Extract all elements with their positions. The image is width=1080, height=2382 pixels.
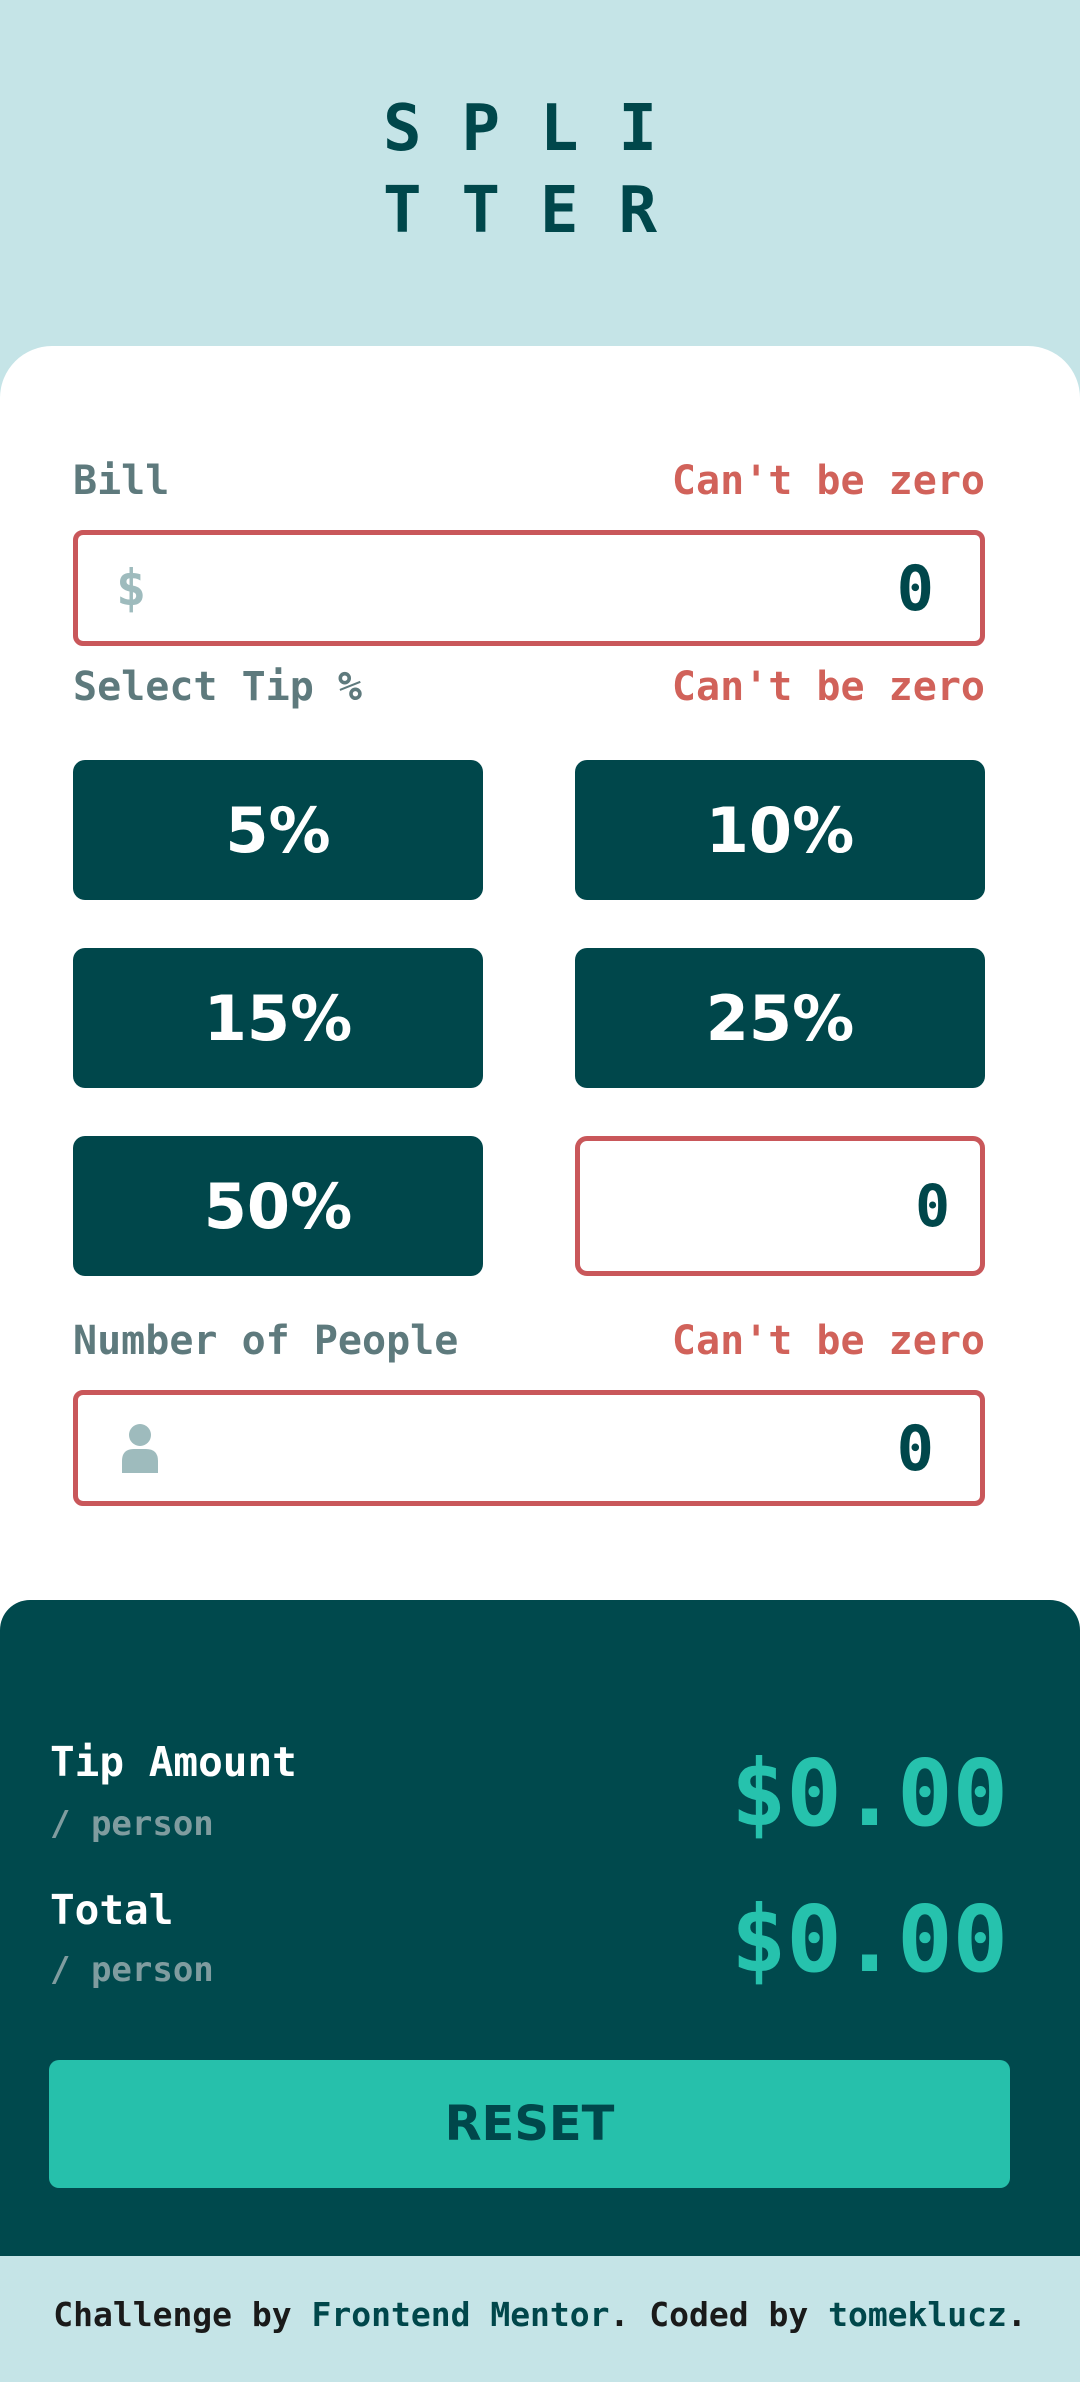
tip-amount-subtitle: / person: [50, 1804, 214, 1844]
tip-label: Select Tip %: [73, 664, 362, 710]
total-subtitle: / person: [50, 1950, 214, 1990]
person-icon: [122, 1424, 158, 1473]
dollar-icon: $: [116, 559, 147, 617]
tip-25-button[interactable]: 25%: [575, 948, 985, 1088]
footer-suffix: .: [1006, 2295, 1027, 2334]
bill-input[interactable]: [234, 535, 934, 641]
people-label-row: Number of People Can't be zero: [73, 1318, 985, 1364]
tip-5-button[interactable]: 5%: [73, 760, 483, 900]
logo-line-1: SPLI: [382, 92, 698, 166]
people-label: Number of People: [73, 1318, 459, 1364]
bill-label: Bill: [73, 458, 170, 504]
result-panel: Tip Amount / person $0.00 Total / person…: [0, 1600, 1080, 2256]
custom-tip-input[interactable]: [650, 1141, 950, 1271]
logo-line-2: TTER: [382, 174, 698, 248]
tip-15-button[interactable]: 15%: [73, 948, 483, 1088]
tip-label-row: Select Tip % Can't be zero: [73, 664, 985, 710]
attribution-footer: Challenge by Frontend Mentor. Coded by t…: [0, 2295, 1080, 2334]
author-link[interactable]: tomeklucz: [828, 2295, 1007, 2334]
people-input[interactable]: [234, 1395, 934, 1501]
tip-amount-title: Tip Amount: [50, 1738, 297, 1786]
bill-label-row: Bill Can't be zero: [73, 458, 985, 504]
tip-50-button[interactable]: 50%: [73, 1136, 483, 1276]
tip-error: Can't be zero: [671, 664, 985, 710]
total-value: $0.00: [731, 1886, 1008, 1993]
tip-amount-value: $0.00: [731, 1740, 1008, 1847]
footer-prefix: Challenge by: [53, 2295, 312, 2334]
reset-button[interactable]: RESET: [49, 2060, 1010, 2188]
tip-10-button[interactable]: 10%: [575, 760, 985, 900]
people-field[interactable]: [73, 1390, 985, 1506]
frontend-mentor-link[interactable]: Frontend Mentor: [312, 2295, 610, 2334]
bill-error: Can't be zero: [671, 458, 985, 504]
app-logo: SPLI TTER: [0, 88, 1030, 252]
people-error: Can't be zero: [671, 1318, 985, 1364]
total-title: Total: [50, 1886, 174, 1934]
custom-tip-field[interactable]: [575, 1136, 985, 1276]
bill-field[interactable]: $: [73, 530, 985, 646]
footer-middle: . Coded by: [609, 2295, 829, 2334]
